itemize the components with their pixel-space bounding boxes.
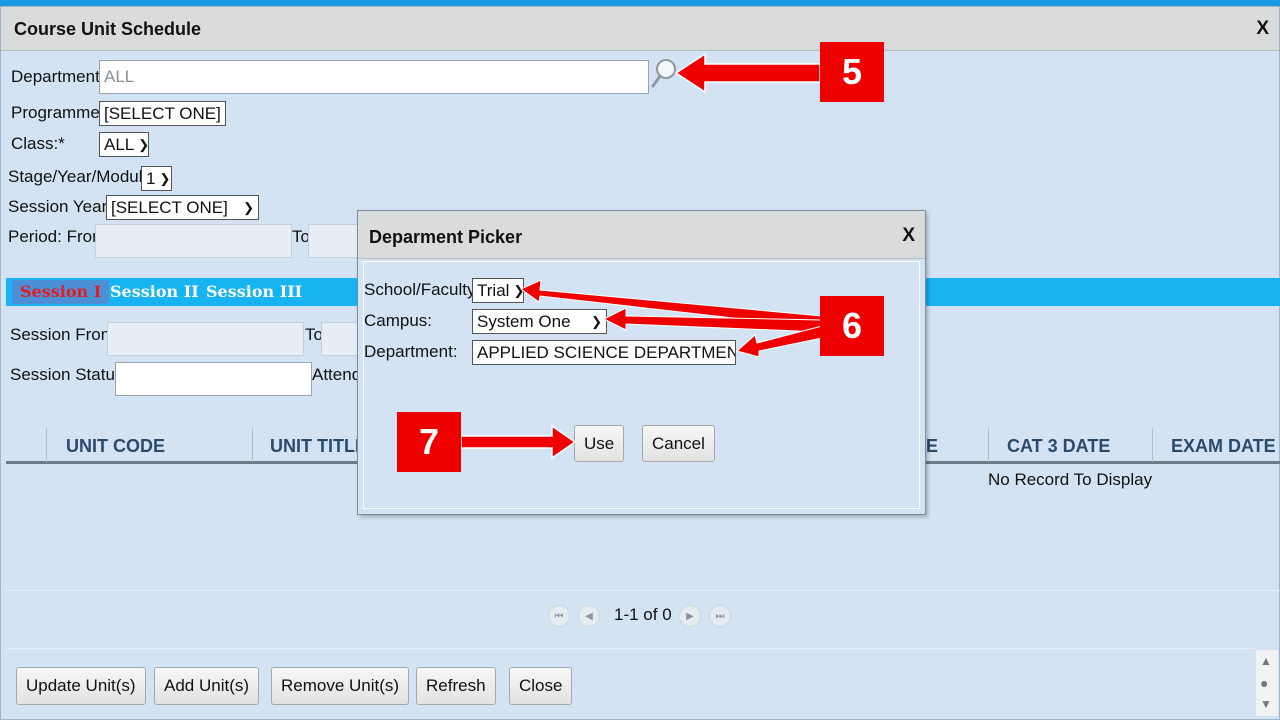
department-label: Department: (11, 67, 105, 86)
session-year-label: Session Year:* (8, 197, 119, 216)
campus-select[interactable]: System One ❯ (472, 309, 607, 334)
stage-label: Stage/Year/Module: (8, 167, 157, 186)
scroll-thumb-icon[interactable]: ● (1260, 675, 1268, 691)
campus-value: System One (477, 311, 571, 331)
pager-info: 1-1 of 0 (614, 605, 672, 624)
next-page-icon[interactable]: ▶ (679, 605, 701, 627)
column-partial[interactable]: E (926, 436, 938, 457)
column-cat3-date[interactable]: CAT 3 DATE (1007, 436, 1110, 457)
campus-label: Campus: (364, 311, 433, 330)
vertical-scrollbar[interactable]: ▲ ● ▼ (1256, 650, 1278, 716)
chevron-down-icon: ❯ (243, 199, 254, 215)
use-button[interactable]: Use (574, 425, 625, 462)
action-footer: Update Unit(s) Add Unit(s) Remove Unit(s… (6, 648, 1254, 714)
school-faculty-select[interactable]: Trial ❯ (472, 278, 524, 303)
chevron-down-icon: ❯ (159, 170, 171, 186)
scroll-down-icon[interactable]: ▼ (1260, 697, 1272, 711)
add-units-button[interactable]: Add Unit(s) (154, 667, 260, 705)
programme-select[interactable]: [SELECT ONE]❯ (99, 101, 226, 126)
column-exam-date[interactable]: EXAM DATE (1171, 436, 1276, 457)
annotation-badge-7: 7 (397, 412, 461, 472)
close-button[interactable]: Close (509, 667, 573, 705)
annotation-badge-5: 5 (820, 42, 884, 102)
first-page-icon[interactable]: ⏮ (548, 605, 570, 627)
stage-select-value: 1 (146, 168, 156, 188)
grid-pager: ⏮ ◀ 1-1 of 0 ▶ ⏭ (6, 590, 1280, 640)
column-unit-title[interactable]: UNIT TITLE (270, 436, 367, 457)
chevron-down-icon: ❯ (513, 282, 524, 298)
session-year-select-value: [SELECT ONE] (111, 197, 228, 217)
class-label: Class:* (11, 134, 65, 153)
last-page-icon[interactable]: ⏭ (709, 605, 731, 627)
session-status-label: Session Status: (10, 365, 129, 384)
chevron-down-icon: ❯ (138, 136, 149, 152)
update-units-button[interactable]: Update Unit(s) (16, 667, 146, 705)
window-titlebar: Course Unit Schedule X (1, 7, 1279, 51)
tab-session-2[interactable]: Session II (102, 280, 207, 304)
stage-select[interactable]: 1 ❯ (141, 166, 172, 191)
dialog-titlebar: Deparment Picker X (358, 211, 925, 259)
annotation-badge-6: 6 (820, 296, 884, 356)
programme-select-value: [SELECT ONE] (104, 103, 221, 123)
dialog-department-label: Department: (364, 342, 458, 361)
scroll-up-icon[interactable]: ▲ (1260, 654, 1272, 668)
period-from-label: Period: From (8, 227, 107, 246)
class-select[interactable]: ALL ❯ (99, 132, 149, 157)
refresh-button[interactable]: Refresh (416, 667, 496, 705)
cancel-button[interactable]: Cancel (642, 425, 715, 462)
chevron-down-icon: ❯ (591, 313, 602, 329)
session-from-input[interactable] (107, 322, 304, 356)
column-separator (1152, 428, 1153, 462)
department-input[interactable]: ALL (99, 60, 649, 94)
window-close-button[interactable]: X (1256, 18, 1269, 40)
session-status-input[interactable] (115, 362, 312, 396)
session-to-input[interactable] (321, 322, 361, 356)
class-select-value: ALL (104, 134, 135, 154)
dialog-close-button[interactable]: X (902, 225, 915, 247)
dialog-department-select[interactable]: APPLIED SCIENCE DEPARTMENT❯ (472, 340, 736, 365)
dialog-title: Deparment Picker (369, 227, 523, 247)
period-to-input[interactable] (308, 224, 360, 258)
school-faculty-label: School/Faculty: (364, 280, 481, 299)
programme-label: Programme: (11, 103, 105, 122)
school-faculty-value: Trial (477, 280, 510, 300)
period-from-input[interactable] (95, 224, 292, 258)
window-title: Course Unit Schedule (14, 19, 202, 39)
prev-page-icon[interactable]: ◀ (578, 605, 600, 627)
session-from-label: Session From: (10, 325, 120, 344)
column-separator (252, 428, 253, 462)
tab-session-3[interactable]: Session III (198, 280, 310, 304)
chevron-down-icon: ❯ (225, 106, 226, 122)
column-separator (988, 428, 989, 462)
tab-session-1[interactable]: Session I (12, 280, 110, 304)
column-separator (46, 428, 47, 462)
remove-units-button[interactable]: Remove Unit(s) (271, 667, 410, 705)
column-unit-code[interactable]: UNIT CODE (66, 436, 165, 457)
empty-grid-message: No Record To Display (988, 470, 1153, 489)
dialog-department-value: APPLIED SCIENCE DEPARTMENT (477, 342, 736, 362)
search-icon[interactable] (650, 56, 678, 90)
session-year-select[interactable]: [SELECT ONE] ❯ (106, 195, 259, 220)
